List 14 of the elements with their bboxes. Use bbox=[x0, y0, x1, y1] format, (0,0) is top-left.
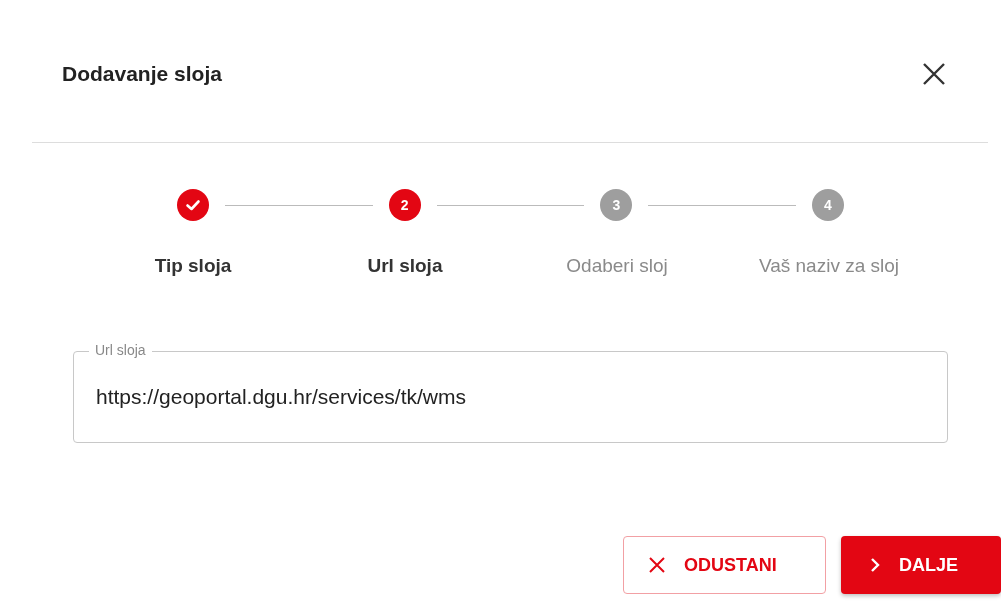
cancel-button[interactable]: ODUSTANI bbox=[623, 536, 826, 594]
step-label: Vaš naziv za sloj bbox=[758, 255, 900, 277]
field-label: Url sloja bbox=[89, 342, 152, 359]
chevron-right-icon bbox=[869, 557, 881, 573]
dialog-title: Dodavanje sloja bbox=[62, 62, 222, 86]
step-number: 2 bbox=[388, 189, 421, 221]
step-label: Tip sloja bbox=[154, 255, 232, 277]
close-icon[interactable] bbox=[922, 62, 946, 86]
close-icon bbox=[648, 556, 666, 574]
step-number: 4 bbox=[812, 189, 844, 221]
step-number: 3 bbox=[600, 189, 633, 221]
step-label: Odaberi sloj bbox=[566, 255, 668, 277]
step-label: Url sloja bbox=[367, 255, 443, 277]
next-button[interactable]: DALJE bbox=[841, 536, 1001, 594]
